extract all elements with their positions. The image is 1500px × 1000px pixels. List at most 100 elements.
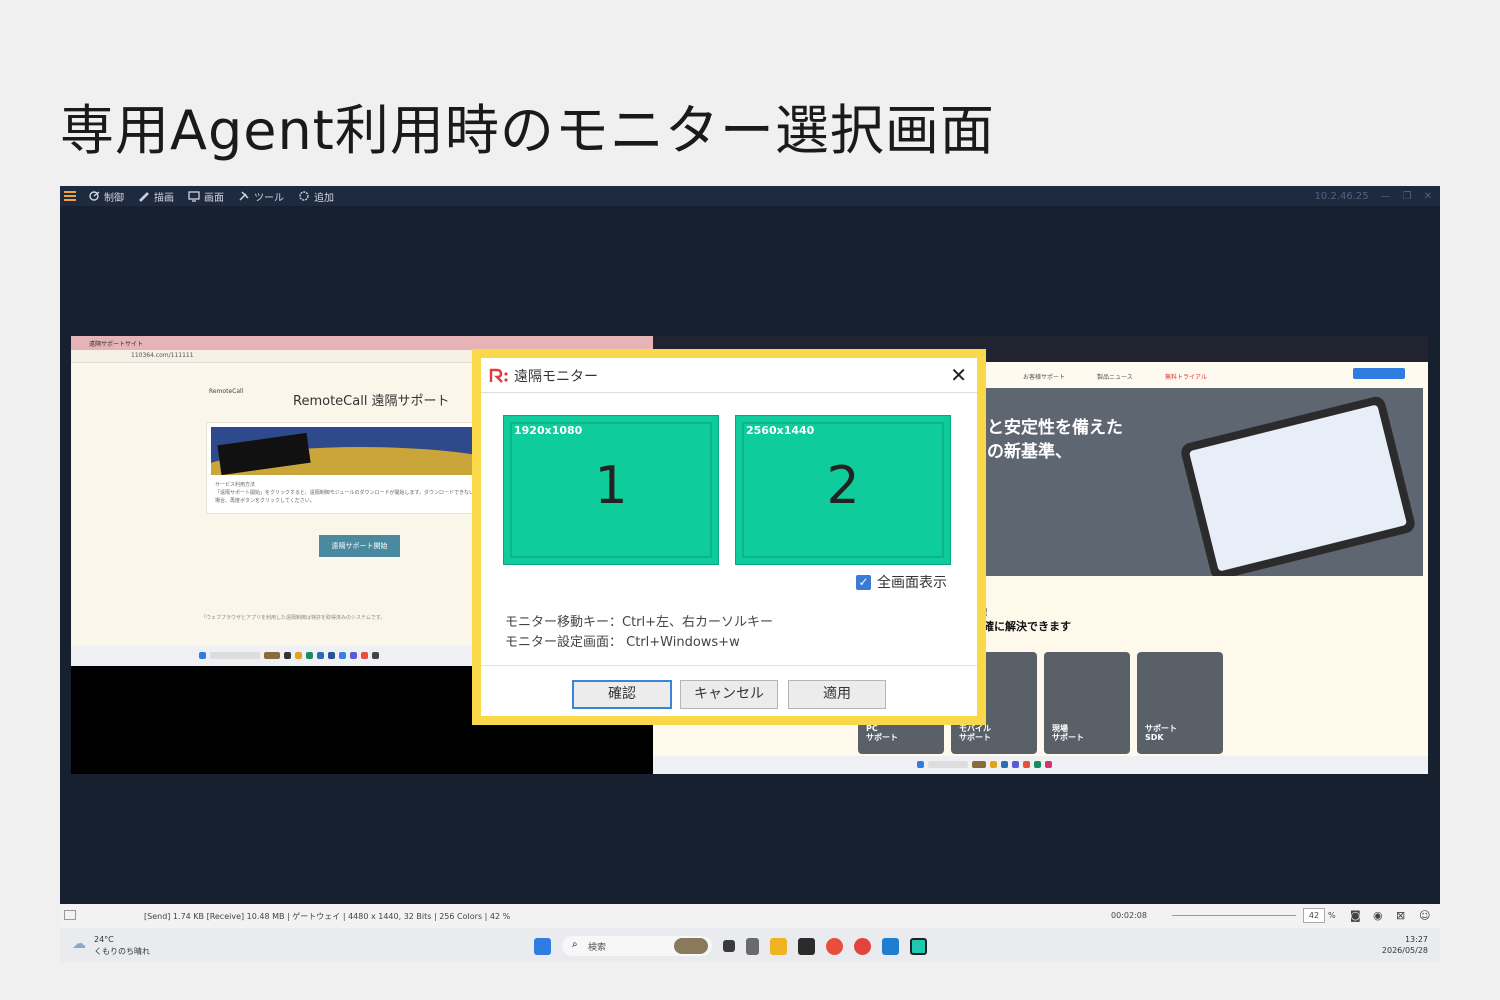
zoom-slider[interactable] [1172,915,1296,916]
browser-tabbar: 遠隔サポートサイト [71,336,653,350]
remote-taskbar-2 [653,756,1428,774]
toolbar-control-button[interactable]: 制御 [88,189,124,204]
tablet-image [1179,394,1417,576]
tile-label: サポート SDK [1145,724,1177,742]
remotecall-logo-icon [489,368,508,383]
menu-icon[interactable] [64,191,76,201]
taskbar-time: 13:27 [1404,935,1428,944]
weather-desc: くもりのち晴れ [94,947,150,956]
fullscreen-checkbox[interactable]: ✓ [856,574,871,590]
toolbar-screen-button[interactable]: 画面 [188,189,224,204]
chrome-icon[interactable] [826,937,843,955]
app-icon [284,652,291,659]
taskbar-search[interactable]: ⌕ 検索 [562,936,712,956]
folder-icon [295,652,302,659]
remote-monitor-dialog: 遠隔モニター ✕ 1920x1080 1 2560x1440 2 ✓ 全画面表示… [481,358,977,716]
site-cta-button [1353,368,1405,379]
service-card: サービス利用方法 「遠隔サポート開始」をクリックすると、遠隔制御モジュールのダウ… [206,422,498,514]
sticky-notes-icon[interactable] [798,937,815,955]
draw-icon [139,192,149,202]
restore-icon[interactable]: ❐ [1403,191,1412,202]
zoom-input[interactable]: 42 [1303,908,1325,923]
search-box-mini [928,761,968,768]
remotecall-icon[interactable] [910,937,927,955]
dialog-highlight-frame: 遠隔モニター ✕ 1920x1080 1 2560x1440 2 ✓ 全画面表示… [472,349,986,725]
menu-item: お客様サポート [1023,374,1066,381]
hero-text: と安定性を備えた の新基準、 [987,418,1123,462]
calculator-icon[interactable] [746,937,759,955]
chat-icon[interactable]: ☺ [1419,909,1430,922]
viewer-toolbar: 制御 描画 画面 ツール 追加 10.2.46.25 — ❐ ✕ [60,186,1440,206]
folder-icon[interactable] [770,937,787,955]
app-icon [1045,761,1052,768]
monitor-2-resolution: 2560x1440 [746,424,815,437]
toolbar-tools-label: ツール [254,192,284,204]
hero-banner: と安定性を備えた の新基準、 [983,388,1423,576]
app-icon [1034,761,1041,768]
dialog-close-icon[interactable]: ✕ [950,364,967,386]
fullscreen-label: 全画面表示 [877,575,947,591]
tools-icon [239,191,249,201]
fit-screen-icon[interactable]: ⊠ [1396,909,1405,922]
toolbar-screen-label: 画面 [204,192,224,204]
windows-taskbar: ☁ 24°C くもりのち晴れ ⌕ 検索 13:27 2026/05/28 [60,928,1440,962]
close-icon[interactable]: ✕ [1424,191,1432,202]
connection-address: 10.2.46.25 [1314,190,1369,202]
cancel-button[interactable]: キャンセル [680,680,778,709]
news-icon [972,761,986,768]
viewer-status-bar: [Send] 1.74 KB [Receive] 10.48 MB | ゲートウ… [60,904,1440,928]
divider [481,665,977,666]
divider [481,392,977,393]
add-icon [299,191,309,201]
monitor-1-tile[interactable]: 1920x1080 1 [503,415,719,565]
search-box-mini [210,652,260,659]
start-icon[interactable] [534,937,551,955]
confirm-button[interactable]: 確認 [572,680,672,709]
tile-label: モバイル サポート [959,724,991,742]
app-icon [350,652,357,659]
tile-label: 現場 サポート [1052,724,1084,742]
menu-item: 製品ニュース [1097,374,1133,381]
chrome-icon [361,652,368,659]
monitor-2-tile[interactable]: 2560x1440 2 [735,415,951,565]
search-placeholder: 検索 [588,943,607,953]
start-support-button: 遠隔サポート開始 [319,535,400,557]
apply-button[interactable]: 適用 [788,680,886,709]
remote-support-icon[interactable] [882,937,899,955]
patent-notice: 「ウェブブラウザとアプリを利用した遠隔制御は特許を取得済みのシステムです。 [201,615,386,621]
news-thumbnail [674,938,708,954]
taskbar-date: 2026/05/28 [1381,946,1428,955]
start-icon [199,652,206,659]
toolbar-draw-button[interactable]: 描画 [138,189,174,204]
hint-move-key: モニター移動キー：Ctrl+左、右カーソルキー [505,615,774,630]
minimize-icon[interactable]: — [1381,191,1391,202]
browser-tab-label: 遠隔サポートサイト [89,341,144,348]
app-icon [1012,761,1019,768]
hint-settings-key: モニター設定画面： Ctrl+Windows+w [505,635,740,650]
elapsed-time: 00:02:08 [1111,911,1147,920]
card-text: 「遠隔サポート開始」をクリックすると、遠隔制御モジュールのダウンロードが開始しま… [215,490,474,504]
card-title: サービス利用方法 [215,482,256,488]
slide-title: 専用Agent利用時のモニター選択画面 [60,99,995,162]
app-icon [1001,761,1008,768]
dialog-title: 遠隔モニター [514,369,598,385]
tile-sdk: サポート SDK [1137,652,1223,754]
toolbar-add-button[interactable]: 追加 [298,189,334,204]
app-icon[interactable] [854,937,871,955]
monitor-1-number: 1 [594,456,628,516]
shortcut-hints: モニター移動キー：Ctrl+左、右カーソルキー モニター設定画面： Ctrl+W… [505,613,773,653]
toolbar-tools-button[interactable]: ツール [238,189,284,204]
monitor-1-resolution: 1920x1080 [514,424,583,437]
start-icon [917,761,924,768]
fullscreen-option[interactable]: ✓ 全画面表示 [856,572,947,592]
transfer-info: [Send] 1.74 KB [Receive] 10.48 MB | ゲートウ… [144,912,511,921]
tile-field-support: 現場 サポート [1044,652,1130,754]
remotecall-logo: RemoteCall [209,388,244,395]
record-icon[interactable]: ◉ [1373,909,1383,922]
toolbar-add-label: 追加 [314,192,334,204]
screen-icon [188,191,200,202]
camera-icon[interactable]: ◙ [1350,909,1361,922]
zoom-unit: % [1328,911,1336,920]
task-view-icon[interactable] [723,940,735,952]
search-icon: ⌕ [572,939,578,950]
